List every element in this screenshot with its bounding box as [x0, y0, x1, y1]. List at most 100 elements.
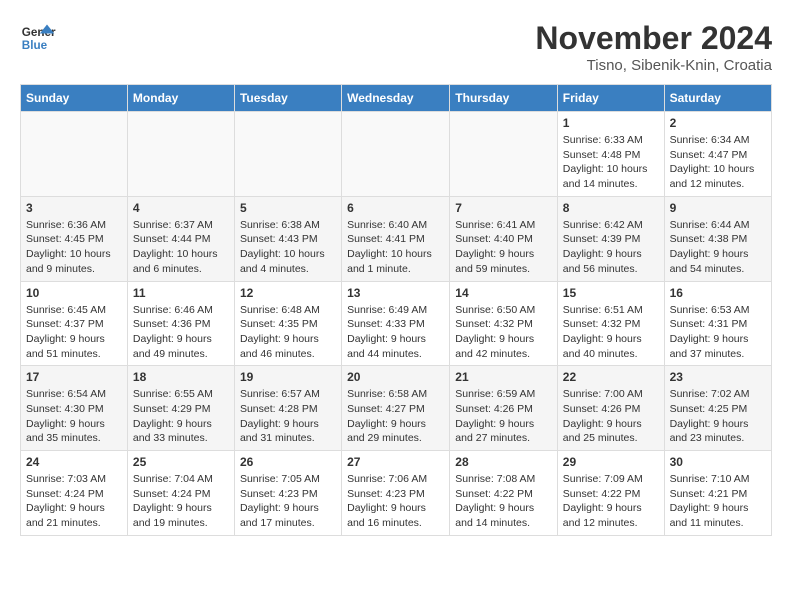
day-number: 15	[563, 286, 659, 300]
calendar-week-row: 10 Sunrise: 6:45 AM Sunset: 4:37 PM Dayli…	[21, 281, 772, 366]
title-area: November 2024 Tisno, Sibenik-Knin, Croat…	[535, 20, 772, 74]
calendar-week-row: 3 Sunrise: 6:36 AM Sunset: 4:45 PM Daylig…	[21, 196, 772, 281]
day-number: 11	[133, 286, 229, 300]
day-number: 23	[670, 370, 766, 384]
day-number: 6	[347, 201, 444, 215]
day-info: Sunrise: 7:03 AM Sunset: 4:24 PM Dayligh…	[26, 472, 122, 531]
calendar-cell: 5Sunrise: 6:38 AM Sunset: 4:43 PM Daylig…	[234, 196, 341, 281]
day-number: 7	[455, 201, 552, 215]
day-number: 12	[240, 286, 336, 300]
weekday-header: Monday	[127, 85, 234, 112]
day-number: 18	[133, 370, 229, 384]
weekday-header-row: SundayMondayTuesdayWednesdayThursdayFrid…	[21, 85, 772, 112]
day-number: 8	[563, 201, 659, 215]
day-number: 2	[670, 116, 766, 130]
day-number: 22	[563, 370, 659, 384]
calendar-cell: 10 Sunrise: 6:45 AM Sunset: 4:37 PM Dayli…	[21, 281, 128, 366]
calendar-cell: 12 Sunrise: 6:48 AM Sunset: 4:35 PM Dayli…	[234, 281, 341, 366]
day-number: 16	[670, 286, 766, 300]
day-info: Sunrise: 6:44 AM Sunset: 4:38 PM Dayligh…	[670, 218, 766, 277]
weekday-header: Thursday	[450, 85, 558, 112]
day-info: Sunrise: 7:02 AM Sunset: 4:25 PM Dayligh…	[670, 387, 766, 446]
calendar-cell: 22Sunrise: 7:00 AM Sunset: 4:26 PM Dayli…	[557, 366, 664, 451]
day-info: Sunrise: 6:48 AM Sunset: 4:35 PM Dayligh…	[240, 303, 336, 362]
day-info: Sunrise: 6:57 AM Sunset: 4:28 PM Dayligh…	[240, 387, 336, 446]
calendar-cell: 18Sunrise: 6:55 AM Sunset: 4:29 PM Dayli…	[127, 366, 234, 451]
month-title: November 2024	[535, 20, 772, 57]
day-number: 4	[133, 201, 229, 215]
weekday-header: Wednesday	[342, 85, 450, 112]
day-info: Sunrise: 6:42 AM Sunset: 4:39 PM Dayligh…	[563, 218, 659, 277]
day-info: Sunrise: 6:46 AM Sunset: 4:36 PM Dayligh…	[133, 303, 229, 362]
day-number: 25	[133, 455, 229, 469]
day-number: 14	[455, 286, 552, 300]
calendar-cell: 15 Sunrise: 6:51 AM Sunset: 4:32 PM Dayli…	[557, 281, 664, 366]
calendar-cell: 11 Sunrise: 6:46 AM Sunset: 4:36 PM Dayli…	[127, 281, 234, 366]
calendar-cell: 2Sunrise: 6:34 AM Sunset: 4:47 PM Daylig…	[664, 112, 771, 197]
day-number: 9	[670, 201, 766, 215]
day-info: Sunrise: 7:05 AM Sunset: 4:23 PM Dayligh…	[240, 472, 336, 531]
day-info: Sunrise: 6:45 AM Sunset: 4:37 PM Dayligh…	[26, 303, 122, 362]
day-number: 21	[455, 370, 552, 384]
logo: General Blue	[20, 20, 56, 56]
day-info: Sunrise: 6:33 AM Sunset: 4:48 PM Dayligh…	[563, 133, 659, 192]
day-info: Sunrise: 6:40 AM Sunset: 4:41 PM Dayligh…	[347, 218, 444, 277]
calendar-cell: 13Sunrise: 6:49 AM Sunset: 4:33 PM Dayli…	[342, 281, 450, 366]
weekday-header: Saturday	[664, 85, 771, 112]
day-info: Sunrise: 6:49 AM Sunset: 4:33 PM Dayligh…	[347, 303, 444, 362]
calendar-cell: 4 Sunrise: 6:37 AM Sunset: 4:44 PM Daylig…	[127, 196, 234, 281]
calendar-cell: 24 Sunrise: 7:03 AM Sunset: 4:24 PM Dayli…	[21, 451, 128, 536]
calendar-cell	[342, 112, 450, 197]
day-info: Sunrise: 6:37 AM Sunset: 4:44 PM Dayligh…	[133, 218, 229, 277]
calendar-cell: 30Sunrise: 7:10 AM Sunset: 4:21 PM Dayli…	[664, 451, 771, 536]
calendar-cell: 6 Sunrise: 6:40 AM Sunset: 4:41 PM Daylig…	[342, 196, 450, 281]
day-number: 3	[26, 201, 122, 215]
calendar-week-row: 17Sunrise: 6:54 AM Sunset: 4:30 PM Dayli…	[21, 366, 772, 451]
day-number: 30	[670, 455, 766, 469]
calendar-cell	[21, 112, 128, 197]
calendar-cell: 16 Sunrise: 6:53 AM Sunset: 4:31 PM Dayli…	[664, 281, 771, 366]
day-info: Sunrise: 6:58 AM Sunset: 4:27 PM Dayligh…	[347, 387, 444, 446]
calendar-cell: 14 Sunrise: 6:50 AM Sunset: 4:32 PM Dayli…	[450, 281, 558, 366]
weekday-header: Friday	[557, 85, 664, 112]
day-number: 17	[26, 370, 122, 384]
day-number: 10	[26, 286, 122, 300]
calendar-cell: 27 Sunrise: 7:06 AM Sunset: 4:23 PM Dayli…	[342, 451, 450, 536]
day-number: 19	[240, 370, 336, 384]
weekday-header: Tuesday	[234, 85, 341, 112]
day-info: Sunrise: 6:41 AM Sunset: 4:40 PM Dayligh…	[455, 218, 552, 277]
calendar-cell: 19 Sunrise: 6:57 AM Sunset: 4:28 PM Dayli…	[234, 366, 341, 451]
svg-text:Blue: Blue	[22, 39, 48, 52]
calendar-cell	[127, 112, 234, 197]
day-info: Sunrise: 6:36 AM Sunset: 4:45 PM Dayligh…	[26, 218, 122, 277]
calendar-cell: 1 Sunrise: 6:33 AM Sunset: 4:48 PM Daylig…	[557, 112, 664, 197]
calendar-cell: 20 Sunrise: 6:58 AM Sunset: 4:27 PM Dayli…	[342, 366, 450, 451]
day-number: 28	[455, 455, 552, 469]
day-info: Sunrise: 6:59 AM Sunset: 4:26 PM Dayligh…	[455, 387, 552, 446]
calendar-cell: 23 Sunrise: 7:02 AM Sunset: 4:25 PM Dayli…	[664, 366, 771, 451]
day-number: 24	[26, 455, 122, 469]
calendar-week-row: 1 Sunrise: 6:33 AM Sunset: 4:48 PM Daylig…	[21, 112, 772, 197]
day-number: 1	[563, 116, 659, 130]
day-info: Sunrise: 6:50 AM Sunset: 4:32 PM Dayligh…	[455, 303, 552, 362]
day-number: 29	[563, 455, 659, 469]
day-info: Sunrise: 7:06 AM Sunset: 4:23 PM Dayligh…	[347, 472, 444, 531]
day-number: 5	[240, 201, 336, 215]
day-number: 20	[347, 370, 444, 384]
day-number: 27	[347, 455, 444, 469]
calendar-cell: 29Sunrise: 7:09 AM Sunset: 4:22 PM Dayli…	[557, 451, 664, 536]
calendar-cell: 25 Sunrise: 7:04 AM Sunset: 4:24 PM Dayli…	[127, 451, 234, 536]
calendar-cell: 26Sunrise: 7:05 AM Sunset: 4:23 PM Dayli…	[234, 451, 341, 536]
calendar-cell: 7 Sunrise: 6:41 AM Sunset: 4:40 PM Daylig…	[450, 196, 558, 281]
calendar-cell: 3 Sunrise: 6:36 AM Sunset: 4:45 PM Daylig…	[21, 196, 128, 281]
day-info: Sunrise: 6:53 AM Sunset: 4:31 PM Dayligh…	[670, 303, 766, 362]
calendar-cell: 17Sunrise: 6:54 AM Sunset: 4:30 PM Dayli…	[21, 366, 128, 451]
calendar-table: SundayMondayTuesdayWednesdayThursdayFrid…	[20, 84, 772, 536]
page-header: General Blue November 2024 Tisno, Sibeni…	[20, 20, 772, 74]
calendar-cell: 28 Sunrise: 7:08 AM Sunset: 4:22 PM Dayli…	[450, 451, 558, 536]
day-info: Sunrise: 7:04 AM Sunset: 4:24 PM Dayligh…	[133, 472, 229, 531]
location-title: Tisno, Sibenik-Knin, Croatia	[535, 57, 772, 74]
day-info: Sunrise: 7:08 AM Sunset: 4:22 PM Dayligh…	[455, 472, 552, 531]
day-info: Sunrise: 6:51 AM Sunset: 4:32 PM Dayligh…	[563, 303, 659, 362]
calendar-cell	[234, 112, 341, 197]
